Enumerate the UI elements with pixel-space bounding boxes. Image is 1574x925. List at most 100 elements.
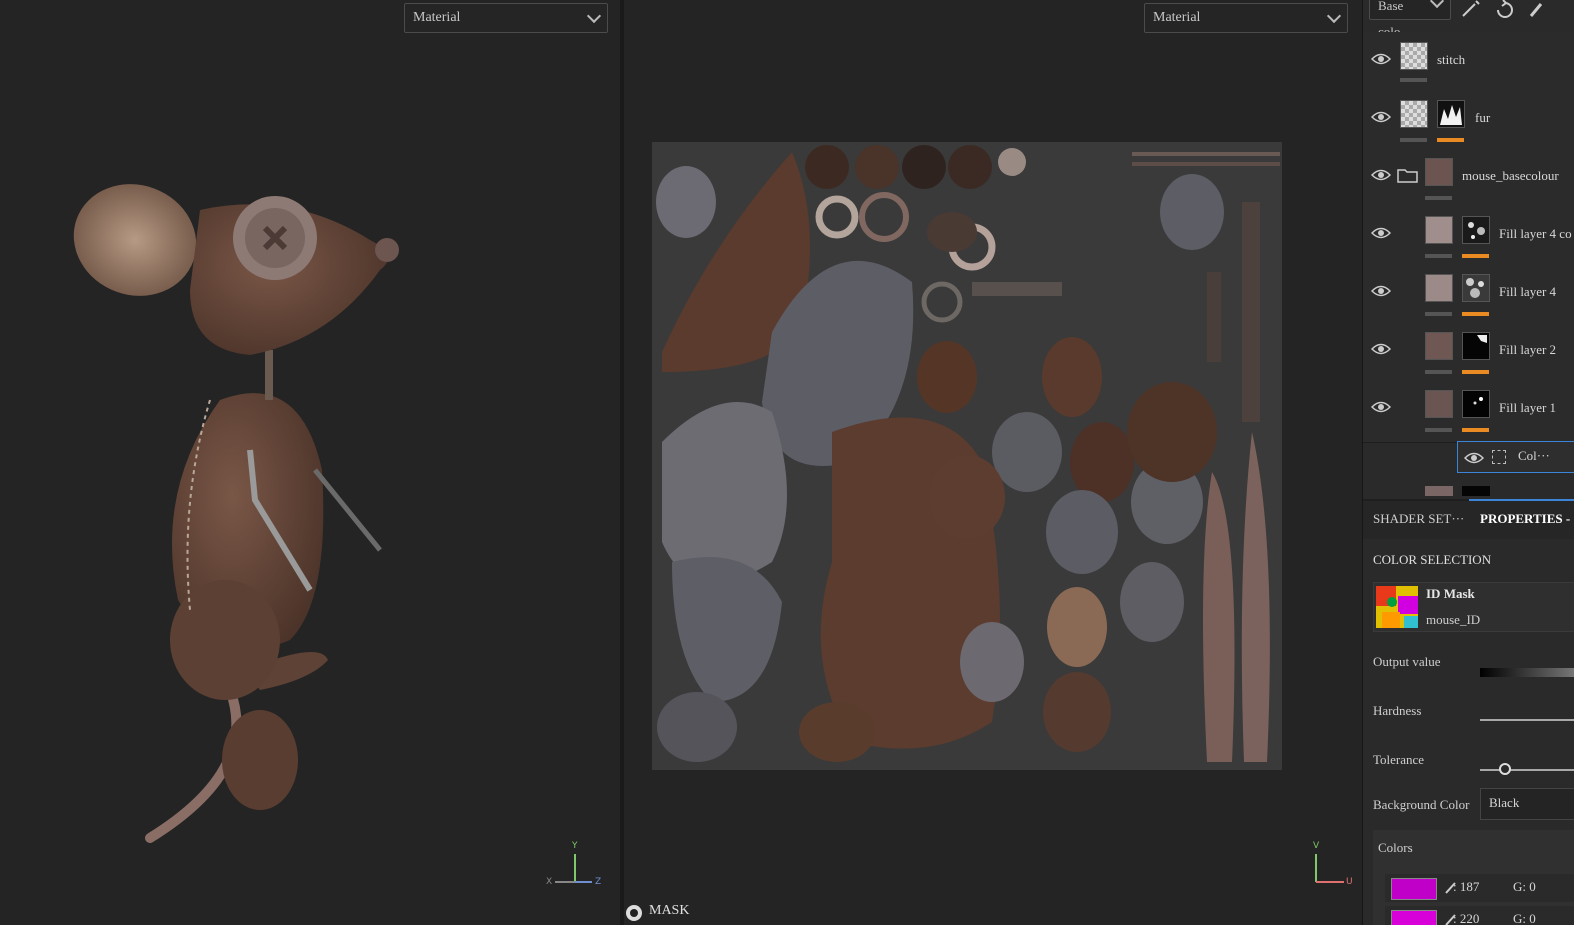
eye-icon[interactable] bbox=[1371, 110, 1391, 124]
color-row[interactable]: : 220 G: 0 bbox=[1385, 906, 1574, 925]
tab-shader-settings[interactable]: SHADER SET··· bbox=[1373, 511, 1464, 527]
id-mask-thumbnail bbox=[1376, 586, 1418, 628]
tolerance-label: Tolerance bbox=[1373, 752, 1425, 767]
layer-name: Fill layer 1 bbox=[1499, 400, 1557, 415]
chevron-down-icon bbox=[1326, 8, 1342, 24]
layer-thumbnail bbox=[1400, 42, 1428, 70]
viewport-2d-mode-label: Material bbox=[1153, 10, 1201, 25]
id-mask-subtitle: mouse_ID bbox=[1426, 612, 1481, 627]
layer-name: fur bbox=[1475, 110, 1491, 125]
folder-icon[interactable] bbox=[1397, 166, 1419, 184]
layer-row-mouse-basecolour[interactable]: mouse_basecolour bbox=[1363, 148, 1574, 207]
color-r-value: : 220 bbox=[1453, 911, 1480, 925]
layer-mask-thumbnail bbox=[1462, 332, 1490, 360]
chevron-down-icon bbox=[1429, 0, 1445, 9]
background-color-select[interactable]: Black bbox=[1480, 788, 1574, 820]
layer-active-bar bbox=[1437, 138, 1464, 142]
id-mask-title: ID Mask bbox=[1426, 586, 1475, 601]
color-r-value: : 187 bbox=[1453, 879, 1480, 894]
axis-z-label: Z bbox=[595, 877, 602, 887]
mouse-model bbox=[73, 184, 399, 843]
layer-mask-thumbnail bbox=[1462, 390, 1490, 418]
section-title: COLOR SELECTION bbox=[1373, 552, 1492, 567]
layer-name: Fill layer 2 bbox=[1499, 342, 1557, 357]
tolerance-slider[interactable] bbox=[1480, 769, 1574, 771]
color-swatch[interactable] bbox=[1391, 878, 1437, 900]
eye-icon[interactable] bbox=[1371, 226, 1391, 240]
layer-thumbnail-partial bbox=[1425, 486, 1453, 496]
layer-row-fill-layer-2[interactable]: Fill layer 2 bbox=[1363, 322, 1574, 381]
layer-name: Fill layer 4 bbox=[1499, 284, 1557, 299]
axis-y-label: Y bbox=[572, 841, 578, 851]
background-color-label: Background Color bbox=[1373, 797, 1470, 812]
layer-row-fill-layer-4-co[interactable]: Fill layer 4 co bbox=[1363, 206, 1574, 265]
eye-icon[interactable] bbox=[1371, 342, 1391, 356]
layer-active-bar bbox=[1462, 428, 1489, 432]
hardness-label: Hardness bbox=[1373, 703, 1422, 718]
color-swatch[interactable] bbox=[1391, 910, 1437, 925]
axis-u-label: U bbox=[1346, 877, 1353, 887]
hardness-slider[interactable] bbox=[1480, 719, 1574, 721]
layer-mask-thumbnail bbox=[1462, 274, 1490, 302]
fill-color-thumbnail bbox=[1425, 216, 1453, 244]
output-value-gradient[interactable] bbox=[1480, 668, 1574, 677]
layer-row-stitch[interactable]: stitch bbox=[1363, 32, 1574, 91]
viewport-2d-mode-select[interactable]: Material bbox=[1144, 3, 1348, 33]
layer-row-fill-layer-4[interactable]: Fill layer 4 bbox=[1363, 264, 1574, 323]
panel-tabs: SHADER SET··· PROPERTIES - bbox=[1363, 499, 1574, 539]
effect-label: Col··· bbox=[1518, 448, 1550, 463]
tab-properties[interactable]: PROPERTIES - bbox=[1480, 511, 1570, 527]
fill-color-thumbnail bbox=[1425, 390, 1453, 418]
layer-thumbnail bbox=[1425, 158, 1453, 186]
mask-label: MASK bbox=[649, 903, 690, 918]
viewport-3d-mode-select[interactable]: Material bbox=[404, 3, 608, 33]
axis-v-label: V bbox=[1313, 841, 1320, 851]
output-value-label: Output value bbox=[1373, 654, 1441, 669]
layer-mask-thumbnail-partial bbox=[1462, 486, 1490, 496]
viewport-3d[interactable]: Material Y X Z bbox=[0, 0, 620, 925]
eye-icon[interactable] bbox=[1371, 284, 1391, 298]
layer-row-fill-layer-1[interactable]: Fill layer 1 bbox=[1363, 380, 1574, 443]
eye-icon[interactable] bbox=[1371, 52, 1391, 66]
uv-texture-map bbox=[652, 142, 1282, 770]
colors-group: Colors : 187 G: 0 : 220 G: 0 bbox=[1373, 830, 1574, 925]
channel-select[interactable]: Base colo bbox=[1369, 0, 1451, 39]
layer-mask-bar bbox=[1425, 370, 1452, 374]
color-row[interactable]: : 187 G: 0 bbox=[1385, 874, 1574, 902]
layer-row-fur[interactable]: fur bbox=[1363, 90, 1574, 149]
layer-active-bar bbox=[1462, 254, 1489, 258]
layer-mask-bar bbox=[1425, 428, 1452, 432]
layer-name: mouse_basecolour bbox=[1462, 168, 1559, 183]
layer-active-bar bbox=[1462, 370, 1489, 374]
viewport-3d-mode-label: Material bbox=[413, 10, 461, 25]
eye-icon[interactable] bbox=[1371, 400, 1391, 414]
layer-mask-thumbnail bbox=[1462, 216, 1490, 244]
color-g-value: G: 0 bbox=[1513, 911, 1536, 925]
colors-label: Colors bbox=[1378, 840, 1413, 855]
mask-toggle-icon[interactable] bbox=[626, 905, 642, 921]
active-tab-indicator bbox=[1469, 499, 1574, 501]
eye-icon[interactable] bbox=[1464, 451, 1484, 465]
selection-icon bbox=[1492, 450, 1506, 464]
layer-name: stitch bbox=[1437, 52, 1466, 67]
fill-color-thumbnail bbox=[1425, 332, 1453, 360]
eye-icon[interactable] bbox=[1371, 168, 1391, 182]
layer-mask-bar bbox=[1425, 312, 1452, 316]
layer-mask-thumbnail bbox=[1437, 100, 1465, 128]
layers-panel: Base colo stitch fur mouse_basecolour bbox=[1362, 0, 1574, 925]
effect-row-color-selection[interactable]: Col··· bbox=[1457, 441, 1574, 473]
background-color-value: Black bbox=[1489, 795, 1520, 810]
layer-mask-bar bbox=[1400, 78, 1427, 82]
layer-mask-bar bbox=[1400, 138, 1427, 142]
viewport-2d[interactable]: Material V U MASK bbox=[624, 0, 1362, 925]
layer-name: Fill layer 4 co bbox=[1499, 226, 1572, 241]
chevron-down-icon bbox=[586, 8, 602, 24]
magic-wand-icon[interactable] bbox=[1459, 0, 1483, 18]
layer-mask-bar bbox=[1425, 196, 1452, 200]
id-mask-card[interactable]: ID Mask mouse_ID bbox=[1373, 582, 1574, 632]
axis-x-label: X bbox=[546, 877, 553, 887]
layer-mask-bar bbox=[1425, 254, 1452, 258]
refresh-icon[interactable] bbox=[1493, 0, 1517, 18]
brush-icon[interactable] bbox=[1527, 0, 1551, 18]
tolerance-slider-handle[interactable] bbox=[1499, 763, 1511, 775]
